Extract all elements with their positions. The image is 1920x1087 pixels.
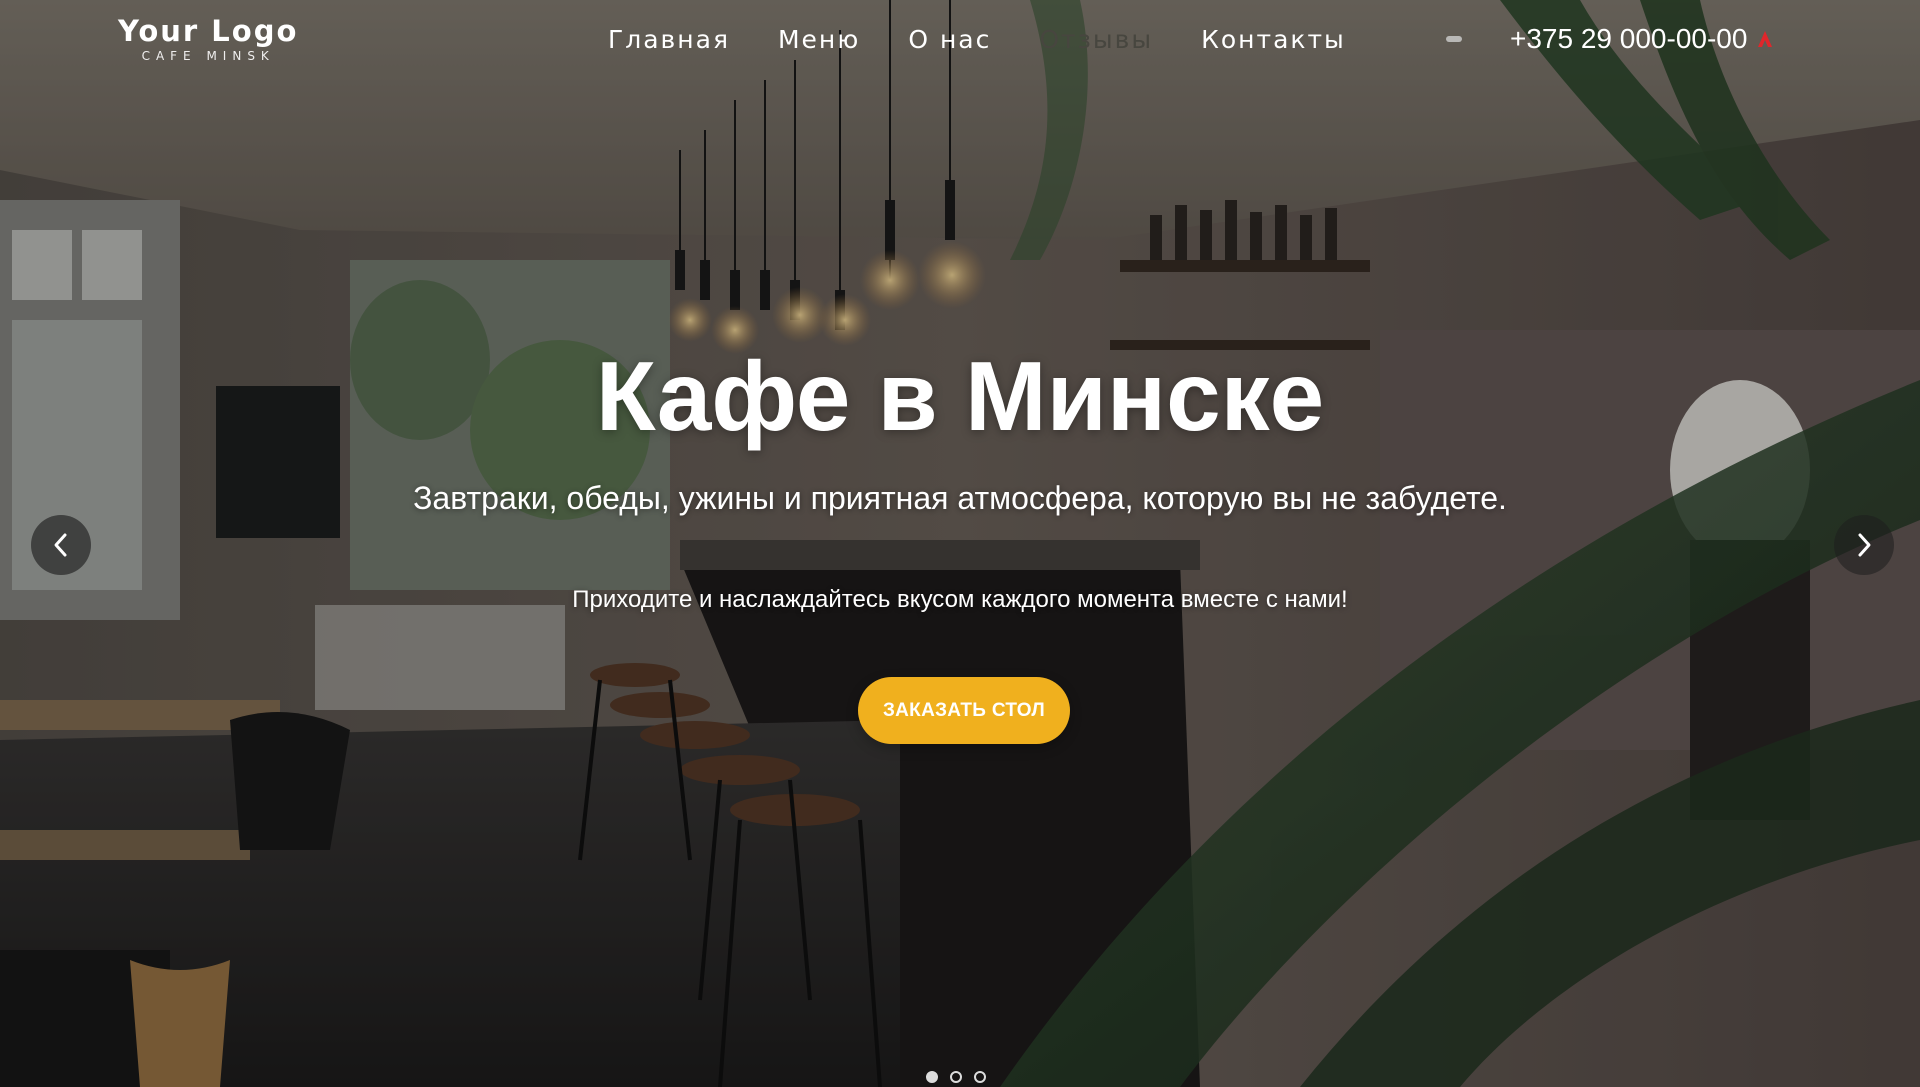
hero-title: Кафе в Минске [595,341,1325,451]
nav-item-home[interactable]: Главная [608,25,730,54]
nav-item-about[interactable]: О нас [908,25,991,54]
nav-item-contacts[interactable]: Контакты [1201,25,1346,54]
nav-item-menu[interactable]: Меню [778,25,860,54]
chevron-right-icon [1858,533,1871,557]
slider-next-button[interactable] [1834,515,1894,575]
slider-dot-3[interactable] [974,1071,986,1083]
main-nav: Главная Меню О нас Отзывы Контакты [608,25,1394,54]
phone-number[interactable]: +375 29 000-00-00 [1510,23,1747,55]
brand-icon [1758,31,1773,47]
slider-pagination [926,1071,986,1083]
chevron-left-icon [54,533,67,557]
book-table-button[interactable]: ЗАКАЗАТЬ СТОЛ [858,677,1070,744]
hero-subtitle: Завтраки, обеды, ужины и приятная атмосф… [413,480,1507,516]
slider-dot-2[interactable] [950,1071,962,1083]
nav-indicator [1446,36,1462,42]
logo[interactable]: Your Logo CAFE MINSK [118,14,298,63]
hero-tagline: Приходите и наслаждайтесь вкусом каждого… [572,586,1348,613]
hero-section: Your Logo CAFE MINSK Главная Меню О нас … [0,0,1920,1087]
hero-background-image [0,0,1920,1087]
nav-item-reviews[interactable]: Отзывы [1039,25,1153,54]
slider-prev-button[interactable] [31,515,91,575]
slider-dot-1[interactable] [926,1071,938,1083]
logo-title: Your Logo [118,14,299,48]
logo-subtitle: CAFE MINSK [141,49,275,63]
header-phone[interactable]: +375 29 000-00-00 [1510,23,1773,55]
